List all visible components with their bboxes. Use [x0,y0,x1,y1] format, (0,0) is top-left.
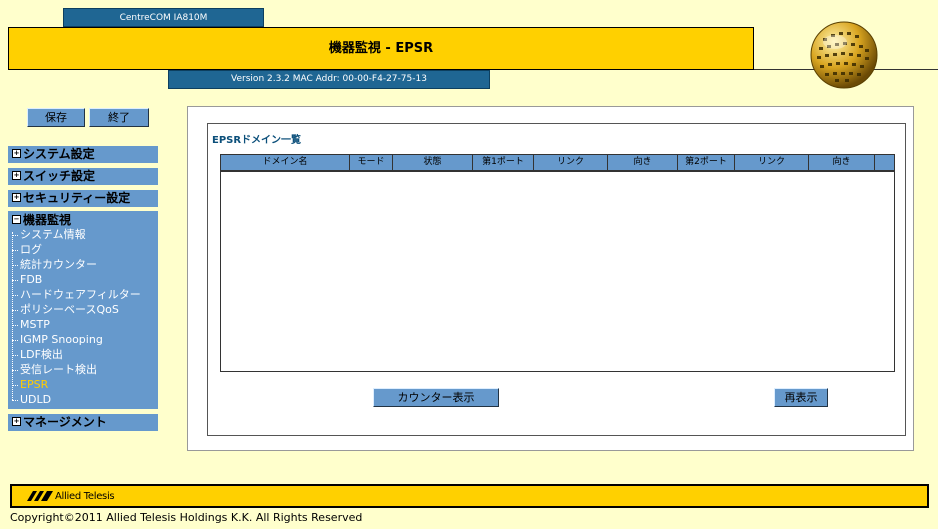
expand-icon: + [12,417,21,426]
device-name-tab: CentreCOM IA810M [63,8,264,27]
nav-monitor-item[interactable]: IGMP Snooping [20,333,103,347]
tree-branch [12,325,18,327]
nav-monitor-item[interactable]: 受信レート検出 [20,363,97,377]
nav-monitor-item[interactable]: FDB [20,273,42,287]
nav-system-settings[interactable]: + システム設定 [8,146,158,163]
nav-monitor-item[interactable]: LDF検出 [20,348,63,362]
save-button[interactable]: 保存 [27,108,85,127]
nav-monitor-item[interactable]: 統計カウンター [20,258,97,272]
column-header: モード [350,155,393,170]
collapse-icon: − [12,215,21,224]
tree-branch [12,310,18,312]
epsr-domain-table: ドメイン名 モード 状態 第1ポート リンク 向き 第2ポート リンク 向き [220,154,895,372]
brand-logo: Allied Telesis [27,489,115,503]
expand-icon: + [12,149,21,158]
expand-icon: + [12,193,21,202]
nav-switch-settings[interactable]: + スイッチ設定 [8,168,158,185]
column-header: 向き [809,155,875,170]
nav-label: システム設定 [23,147,95,161]
page-title: 機器監視 - EPSR [328,41,434,56]
nav-monitor-item[interactable]: MSTP [20,318,50,332]
tree-line [12,232,13,400]
table-header: ドメイン名 モード 状態 第1ポート リンク 向き 第2ポート リンク 向き [221,155,894,171]
column-header-spacer [875,155,894,170]
nav-monitor[interactable]: − 機器監視 [8,212,158,229]
tree-branch [12,340,18,342]
nav-label: スイッチ設定 [23,169,96,183]
tree-branch [12,370,18,372]
refresh-button[interactable]: 再表示 [774,388,828,407]
nav-security-settings[interactable]: + セキュリティー設定 [8,190,158,207]
nav-monitor-group: − 機器監視 システム情報 ログ 統計カウンター FDB ハードウェアフィルター ポリシーベ… [8,211,158,409]
tree-branch [12,355,18,357]
exit-button[interactable]: 終了 [89,108,149,127]
allied-telesis-logo-icon [27,491,53,501]
column-header: リンク [534,155,608,170]
column-header: リンク [735,155,809,170]
section-title: EPSRドメイン一覧 [212,135,302,146]
nav-management[interactable]: + マネージメント [8,414,158,431]
nav-monitor-item[interactable]: システム情報 [20,228,86,242]
tree-branch [12,280,18,282]
show-counter-button[interactable]: カウンター表示 [373,388,499,407]
nav-label: セキュリティー設定 [23,191,131,205]
nav-monitor-item[interactable]: EPSR [20,378,48,392]
nav-label: 機器監視 [23,213,72,227]
tree-branch [12,265,18,267]
tree-branch [12,385,18,387]
column-header: 第1ポート [473,155,534,170]
table-divider [221,171,894,172]
brand-name: Allied Telesis [55,490,115,502]
tree-branch [12,295,18,297]
nav-monitor-item[interactable]: ログ [20,243,42,257]
expand-icon: + [12,171,21,180]
column-header: 向き [608,155,678,170]
globe-logo-icon [810,21,878,89]
footer-bar [10,484,929,508]
column-header: 第2ポート [678,155,735,170]
nav-monitor-item[interactable]: ハードウェアフィルター [20,288,141,302]
column-header: ドメイン名 [221,155,350,170]
nav-label: マネージメント [23,415,107,429]
column-header: 状態 [393,155,473,170]
tree-branch [12,235,18,237]
nav-monitor-item[interactable]: ポリシーベースQoS [20,303,119,317]
tree-branch [12,250,18,252]
tree-branch [12,400,18,402]
nav-monitor-item[interactable]: UDLD [20,393,51,407]
version-info: Version 2.3.2 MAC Addr: 00-00-F4-27-75-1… [168,70,490,89]
copyright-text: Copyright©2011 Allied Telesis Holdings K… [10,511,363,524]
